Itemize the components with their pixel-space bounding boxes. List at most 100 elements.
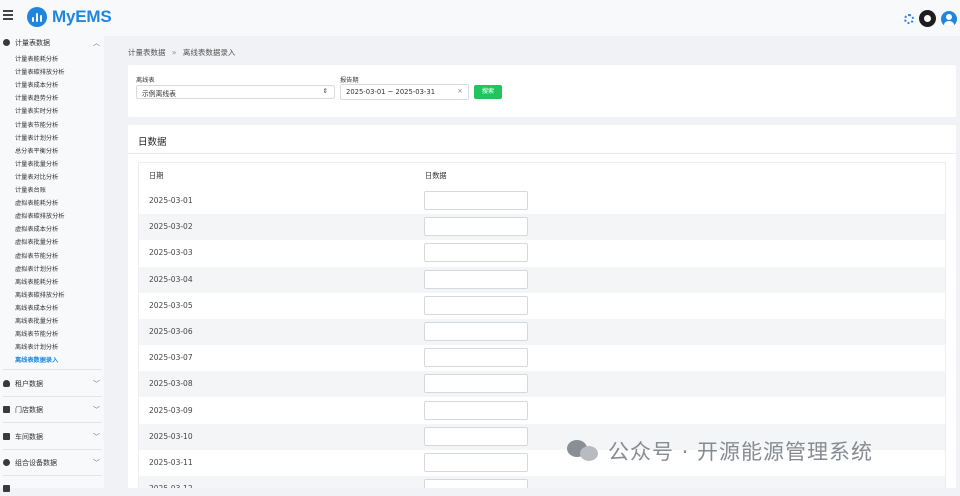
daily-value-input[interactable] [424, 348, 528, 368]
sidebar-group-label: 组合设备数据 [15, 459, 57, 467]
card-divider [128, 153, 956, 154]
daily-value-input[interactable] [424, 374, 528, 394]
sidebar-item[interactable]: 计量表批量分析 [15, 159, 58, 168]
factory-icon [3, 433, 10, 440]
sidebar-group-workshop-data[interactable]: 车间数据 ﹀ [0, 430, 104, 444]
wechat-icon [567, 438, 599, 464]
sidebar-item[interactable]: 计量表台账 [15, 185, 46, 194]
top-bar: MyEMS [0, 0, 960, 36]
sidebar-item[interactable]: 计量表节能分析 [15, 120, 58, 129]
search-button[interactable]: 搜索 [474, 85, 502, 99]
sidebar-group-label: 门店数据 [15, 406, 43, 414]
watermark: 公众号 · 开源能源管理系统 [567, 436, 873, 466]
menu-toggle-icon[interactable] [3, 10, 13, 20]
daily-value-input[interactable] [424, 191, 528, 210]
column-header-date: 日期 [149, 171, 164, 180]
chevron-down-icon: ﹀ [93, 459, 100, 467]
sidebar-item[interactable]: 计量表计划分析 [15, 133, 58, 142]
table-row: 2025-03-01 [139, 188, 945, 214]
sidebar-item[interactable]: 总分表平衡分析 [15, 146, 58, 155]
daily-value-input[interactable] [424, 400, 528, 420]
sidebar-item[interactable]: 虚拟表批量分析 [15, 237, 58, 246]
daily-value-input[interactable] [424, 453, 528, 472]
row-date: 2025-03-08 [149, 379, 193, 389]
sidebar-group-label: 租户数据 [15, 380, 43, 388]
sidebar-group-meter-data[interactable]: 计量表数据 ︿ [0, 36, 104, 50]
row-date: 2025-03-09 [149, 405, 193, 415]
sidebar-group-store-data[interactable]: 门店数据 ﹀ [0, 403, 104, 417]
select-arrows-icon: ⇕ [322, 87, 328, 95]
breadcrumb: 计量表数据 » 离线表数据录入 [128, 47, 235, 58]
meter-select-value: 示例离线表 [142, 90, 176, 98]
sidebar-divider [3, 396, 102, 397]
row-date: 2025-03-07 [149, 353, 193, 363]
sidebar-item[interactable]: 虚拟表成本分析 [15, 224, 58, 233]
sidebar-item[interactable]: 离线表碳排放分析 [15, 290, 65, 299]
period-label: 报告期 [340, 77, 359, 84]
breadcrumb-separator: » [171, 48, 177, 57]
table-row: 2025-03-09 [139, 398, 945, 424]
user-avatar-icon[interactable] [941, 10, 957, 27]
sidebar-item[interactable]: 离线表批量分析 [15, 316, 58, 325]
row-date: 2025-03-03 [149, 248, 193, 258]
sidebar-item[interactable]: 计量表实时分析 [15, 106, 58, 115]
sidebar-item[interactable]: 离线表成本分析 [15, 303, 58, 312]
sidebar-item[interactable]: 虚拟表节能分析 [15, 251, 58, 260]
table-row: 2025-03-07 [139, 345, 945, 371]
pie-chart-icon [3, 39, 10, 46]
sidebar-item[interactable]: 离线表节能分析 [15, 329, 58, 338]
date-range-picker[interactable]: 2025-03-01 ~ 2025-03-31 × [340, 84, 469, 100]
theme-toggle-icon[interactable] [919, 10, 936, 27]
sidebar-group-combined-equipment-data[interactable]: 组合设备数据 ﹀ [0, 456, 104, 470]
sidebar-item[interactable]: 计量表趋势分析 [15, 93, 58, 102]
sidebar-group-label: 车间数据 [15, 433, 43, 441]
sidebar-item[interactable]: 离线表数据录入 [15, 355, 58, 364]
daily-value-input[interactable] [424, 426, 528, 446]
date-range-value: 2025-03-01 ~ 2025-03-31 [346, 88, 436, 96]
sidebar-group-more[interactable] [0, 482, 104, 496]
brand-logo[interactable]: MyEMS [27, 7, 112, 27]
sidebar-item[interactable]: 虚拟表碳排放分析 [15, 211, 65, 220]
sidebar-item[interactable]: 虚拟表计划分析 [15, 264, 58, 273]
gears-icon [3, 459, 10, 466]
daily-value-input[interactable] [424, 322, 528, 341]
table-row: 2025-03-04 [139, 266, 945, 293]
sidebar-group-tenant-data[interactable]: 租户数据 ﹀ [0, 377, 104, 391]
sidebar-item[interactable]: 计量表对比分析 [15, 172, 58, 181]
chevron-down-icon: ﹀ [93, 406, 100, 414]
sidebar-item[interactable]: 计量表碳排放分析 [15, 67, 65, 76]
table-row: 2025-03-06 [139, 319, 945, 345]
sidebar-item[interactable]: 离线表计划分析 [15, 342, 58, 351]
card-title: 日数据 [138, 137, 167, 148]
sidebar-divider [3, 422, 102, 423]
more-group-icon [3, 485, 10, 492]
meter-select[interactable]: 示例离线表 ⇕ [136, 85, 335, 99]
sidebar-item[interactable]: 离线表能耗分析 [15, 277, 58, 286]
sidebar-divider [3, 449, 102, 450]
user-icon [3, 380, 10, 387]
daily-value-input[interactable] [424, 217, 528, 237]
breadcrumb-current: 离线表数据录入 [182, 48, 236, 57]
sidebar-item[interactable]: 计量表能耗分析 [15, 54, 58, 63]
daily-value-input[interactable] [424, 269, 528, 289]
table-row: 2025-03-05 [139, 293, 945, 319]
row-date: 2025-03-04 [149, 274, 193, 284]
sidebar-group-label: 计量表数据 [15, 39, 50, 47]
meter-select-label: 离线表 [136, 77, 155, 84]
sidebar-divider [3, 369, 102, 370]
breadcrumb-parent[interactable]: 计量表数据 [128, 48, 166, 57]
sidebar-divider [3, 475, 102, 476]
daily-value-input[interactable] [424, 479, 528, 488]
brand-name: MyEMS [52, 7, 112, 26]
clear-icon[interactable]: × [457, 87, 463, 95]
sidebar-item[interactable]: 虚拟表能耗分析 [15, 198, 58, 207]
row-date: 2025-03-06 [149, 327, 193, 336]
table-row: 2025-03-08 [139, 371, 945, 398]
settings-gear-icon[interactable] [904, 13, 914, 24]
sidebar-item[interactable]: 计量表成本分析 [15, 80, 58, 89]
row-date: 2025-03-05 [149, 300, 193, 310]
daily-value-input[interactable] [424, 295, 528, 315]
filter-panel: 离线表 示例离线表 ⇕ 报告期 2025-03-01 ~ 2025-03-31 … [128, 65, 956, 117]
daily-value-input[interactable] [424, 243, 528, 263]
chevron-down-icon: ﹀ [93, 433, 100, 441]
